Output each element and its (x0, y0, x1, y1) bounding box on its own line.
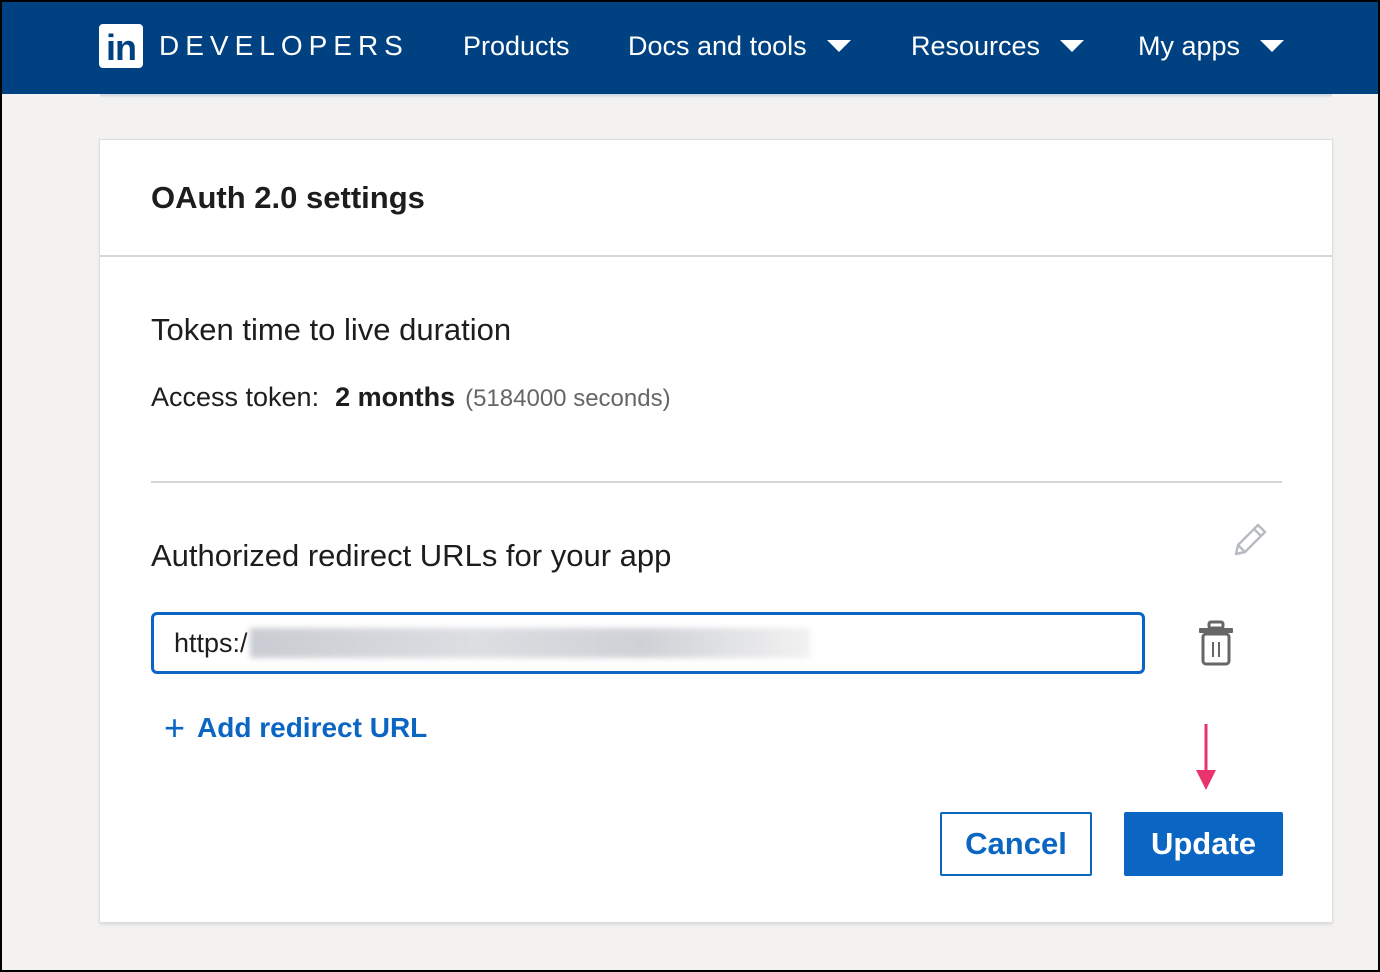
oauth-settings-card: OAuth 2.0 settings Token time to live du… (100, 140, 1332, 922)
update-button[interactable]: Update (1124, 812, 1283, 876)
header-shadow (100, 94, 1332, 98)
pencil-icon[interactable] (1228, 518, 1272, 562)
nav-my-apps-label: My apps (1138, 30, 1241, 61)
caret-down-icon (1260, 40, 1285, 52)
nav-products[interactable]: Products (463, 26, 570, 66)
redirect-url-input[interactable]: https:/ (151, 612, 1145, 674)
access-token-value: 2 months (335, 382, 456, 412)
redacted-url-blur (249, 628, 810, 658)
trash-icon[interactable] (1196, 620, 1236, 666)
caret-down-icon (826, 40, 851, 52)
plus-icon: + (164, 707, 186, 748)
access-token-label: Access token: (151, 382, 320, 412)
nav-my-apps[interactable]: My apps (1138, 26, 1285, 66)
annotation-arrow-icon (1196, 724, 1216, 790)
redirect-url-value: https:/ (174, 627, 248, 658)
caret-down-icon (1060, 40, 1085, 52)
add-redirect-url-link[interactable]: + Add redirect URL (164, 710, 427, 746)
access-token-row: Access token: 2 months (5184000 seconds) (151, 382, 671, 413)
nav-docs-label: Docs and tools (628, 30, 807, 61)
nav-products-label: Products (463, 30, 570, 61)
card-divider (100, 255, 1332, 257)
add-redirect-url-label: Add redirect URL (197, 712, 428, 743)
token-ttl-heading: Token time to live duration (151, 312, 512, 347)
card-title: OAuth 2.0 settings (151, 180, 425, 215)
linkedin-logo-icon[interactable]: in (99, 24, 143, 68)
top-navigation-bar: in DEVELOPERS Products Docs and tools Re… (2, 2, 1378, 94)
nav-resources-label: Resources (911, 30, 1041, 61)
logo-text: in (106, 27, 137, 68)
developers-brand[interactable]: DEVELOPERS (159, 29, 409, 63)
redirect-urls-heading: Authorized redirect URLs for your app (151, 538, 672, 573)
nav-docs-and-tools[interactable]: Docs and tools (628, 26, 851, 66)
access-token-seconds: (5184000 seconds) (465, 385, 671, 412)
nav-resources[interactable]: Resources (911, 26, 1085, 66)
section-divider (151, 481, 1282, 483)
cancel-button[interactable]: Cancel (940, 812, 1092, 876)
